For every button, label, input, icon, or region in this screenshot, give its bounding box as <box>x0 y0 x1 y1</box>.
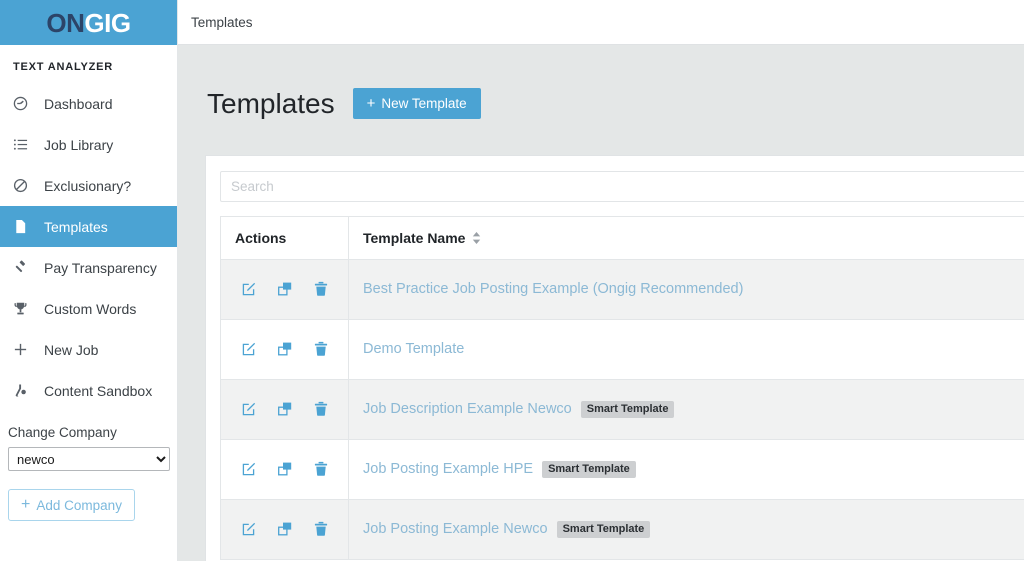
plus-icon <box>13 342 35 357</box>
edit-pencil-square-icon[interactable] <box>241 281 257 297</box>
dashboard-gauge-icon <box>13 96 35 111</box>
copy-duplicate-icon[interactable] <box>277 341 293 357</box>
add-company-label: Add Company <box>36 497 122 513</box>
app-root: ONGIG TEXT ANALYZER Dashboard Job Librar… <box>0 0 1024 561</box>
company-select[interactable]: newco <box>8 447 170 471</box>
main-content: Templates Templates + New Template Actio… <box>178 0 1024 561</box>
table-body: Best Practice Job Posting Example (Ongig… <box>220 258 1024 560</box>
sidebar-item-new-job[interactable]: New Job <box>0 329 177 370</box>
sidebar-item-content-sandbox[interactable]: Content Sandbox <box>0 370 177 411</box>
templates-table: Actions Template Name Best Practice Job … <box>220 215 1024 560</box>
sidebar-item-label: Pay Transparency <box>44 259 157 276</box>
list-icon <box>13 137 35 152</box>
sidebar-item-label: Templates <box>44 218 108 235</box>
column-header-actions: Actions <box>220 215 349 260</box>
logo-on-text: ON <box>46 7 85 38</box>
table-header-row: Actions Template Name <box>220 215 1024 260</box>
sidebar-item-templates[interactable]: Templates <box>0 206 177 247</box>
breadcrumb-bar: Templates <box>178 0 1024 45</box>
new-template-button[interactable]: + New Template <box>352 88 481 120</box>
template-name-link[interactable]: Demo Template <box>363 341 464 357</box>
sort-updown-icon[interactable] <box>472 231 481 244</box>
page-title: Templates <box>207 87 335 119</box>
template-name-cell: Job Description Example Newco Smart Templ… <box>348 378 1024 440</box>
table-row: Demo Template <box>220 318 1024 380</box>
trophy-icon <box>13 301 35 316</box>
sidebar-item-custom-words[interactable]: Custom Words <box>0 288 177 329</box>
edit-pencil-square-icon[interactable] <box>241 401 257 417</box>
template-name-cell: Best Practice Job Posting Example (Ongig… <box>348 258 1024 320</box>
trash-icon[interactable] <box>313 281 329 297</box>
edit-pencil-square-icon[interactable] <box>241 341 257 357</box>
sidebar-item-exclusionary[interactable]: Exclusionary? <box>0 165 177 206</box>
table-row: Job Posting Example HPE Smart Template <box>220 438 1024 500</box>
column-header-actions-label: Actions <box>235 229 287 246</box>
add-company-button[interactable]: + Add Company <box>8 489 135 521</box>
flask-icon <box>13 383 35 398</box>
actions-cell <box>220 378 349 440</box>
sidebar-item-label: Dashboard <box>44 95 113 112</box>
table-row: Job Posting Example Newco Smart Template <box>220 498 1024 560</box>
template-name-link[interactable]: Job Posting Example Newco <box>363 521 548 537</box>
template-name-cell: Job Posting Example Newco Smart Template <box>348 498 1024 560</box>
page-header: Templates + New Template <box>178 45 1024 137</box>
search-input[interactable] <box>220 170 1024 202</box>
edit-pencil-square-icon[interactable] <box>241 521 257 537</box>
template-name-cell: Job Posting Example HPE Smart Template <box>348 438 1024 500</box>
template-name-cell: Demo Template <box>348 318 1024 380</box>
plus-icon: + <box>21 496 31 513</box>
smart-template-badge: Smart Template <box>542 460 636 478</box>
table-row: Best Practice Job Posting Example (Ongig… <box>220 258 1024 320</box>
change-company-label: Change Company <box>8 425 117 440</box>
trash-icon[interactable] <box>313 401 329 417</box>
copy-duplicate-icon[interactable] <box>277 461 293 477</box>
logo-gig-text: GIG <box>84 7 131 38</box>
trash-icon[interactable] <box>313 341 329 357</box>
gavel-icon <box>13 260 35 275</box>
copy-duplicate-icon[interactable] <box>277 401 293 417</box>
sidebar-item-label: New Job <box>44 341 99 358</box>
copy-duplicate-icon[interactable] <box>277 281 293 297</box>
sidebar-item-label: Content Sandbox <box>44 382 153 399</box>
table-head: Actions Template Name <box>220 215 1024 260</box>
actions-cell <box>220 258 349 320</box>
sidebar-item-job-library[interactable]: Job Library <box>0 124 177 165</box>
sidebar-item-dashboard[interactable]: Dashboard <box>0 83 177 124</box>
sidebar-section-label: TEXT ANALYZER <box>13 61 114 73</box>
actions-cell <box>220 498 349 560</box>
logo-bar: ONGIG <box>0 0 177 45</box>
smart-template-badge: Smart Template <box>580 400 675 418</box>
plus-icon: + <box>366 95 376 113</box>
ban-circle-icon <box>13 178 35 193</box>
sidebar-item-label: Custom Words <box>44 300 137 317</box>
template-name-link[interactable]: Job Posting Example HPE <box>363 461 533 477</box>
template-name-link[interactable]: Best Practice Job Posting Example (Ongig… <box>363 281 743 297</box>
sidebar-item-pay-transparency[interactable]: Pay Transparency <box>0 247 177 288</box>
trash-icon[interactable] <box>313 521 329 537</box>
breadcrumb[interactable]: Templates <box>191 15 253 30</box>
sidebar-item-label: Exclusionary? <box>44 177 132 194</box>
trash-icon[interactable] <box>313 461 329 477</box>
ongig-logo[interactable]: ONGIG <box>46 7 131 38</box>
table-row: Job Description Example Newco Smart Templ… <box>220 378 1024 440</box>
template-name-link[interactable]: Job Description Example Newco <box>363 401 572 417</box>
sidebar: ONGIG TEXT ANALYZER Dashboard Job Librar… <box>0 0 178 561</box>
templates-card: Actions Template Name <box>205 154 1024 561</box>
new-template-label: New Template <box>381 96 467 112</box>
actions-cell <box>220 318 349 380</box>
sidebar-item-label: Job Library <box>44 136 114 153</box>
edit-pencil-square-icon[interactable] <box>241 461 257 477</box>
column-header-template-name-label: Template Name <box>363 229 466 246</box>
document-icon <box>13 219 35 234</box>
column-header-template-name[interactable]: Template Name <box>348 215 1024 260</box>
copy-duplicate-icon[interactable] <box>277 521 293 537</box>
actions-cell <box>220 438 349 500</box>
smart-template-badge: Smart Template <box>556 520 651 538</box>
